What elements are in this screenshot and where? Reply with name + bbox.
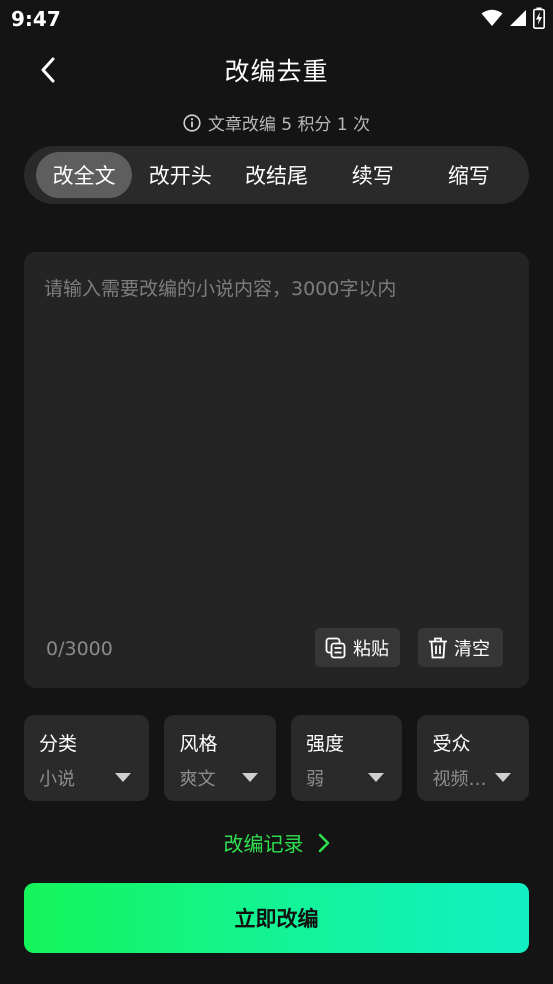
intensity-label: 强度 <box>305 733 344 755</box>
clear-button[interactable]: 清空 <box>418 628 503 667</box>
tab-condense[interactable]: 缩写 <box>421 152 517 198</box>
submit-rewrite-button[interactable]: 立即改编 <box>24 883 529 953</box>
style-value: 爽文 <box>179 769 216 790</box>
paste-button[interactable]: 粘贴 <box>315 628 400 667</box>
style-select[interactable]: 风格 爽文 <box>164 715 276 801</box>
page-title: 改编去重 <box>224 57 329 86</box>
cost-note: 文章改编 5 积分 1 次 <box>0 110 553 135</box>
audience-value: 视频… <box>432 769 487 790</box>
category-select[interactable]: 分类 小说 <box>24 715 150 801</box>
info-icon <box>183 113 201 132</box>
caret-down-icon <box>368 773 385 782</box>
status-bar: 9:47 <box>0 0 553 38</box>
editor-panel: 0/3000 粘贴 清空 <box>24 252 529 688</box>
tab-continue[interactable]: 续写 <box>325 152 421 198</box>
caret-down-icon <box>115 773 132 782</box>
cellular-signal-icon <box>510 10 526 26</box>
caret-down-icon <box>495 773 511 782</box>
history-label: 改编记录 <box>223 832 304 856</box>
history-link[interactable]: 改编记录 <box>0 828 553 857</box>
category-label: 分类 <box>39 733 78 755</box>
char-count: 0/3000 <box>46 638 113 660</box>
wifi-icon <box>481 9 503 26</box>
clear-label: 清空 <box>454 638 490 660</box>
caret-down-icon <box>241 773 258 782</box>
battery-charging-icon <box>533 7 545 29</box>
audience-label: 受众 <box>432 733 471 755</box>
intensity-value: 弱 <box>305 769 324 790</box>
tab-rewrite-full[interactable]: 改全文 <box>36 152 133 198</box>
header: 改编去重 <box>0 44 553 96</box>
status-icons <box>481 7 545 29</box>
tab-rewrite-opening[interactable]: 改开头 <box>132 152 228 198</box>
trash-icon <box>429 637 447 658</box>
novel-content-input[interactable] <box>44 274 509 614</box>
audience-select[interactable]: 受众 视频… <box>417 715 529 801</box>
paste-label: 粘贴 <box>353 638 389 660</box>
style-label: 风格 <box>179 733 218 755</box>
cost-note-text: 文章改编 5 积分 1 次 <box>207 115 371 135</box>
paste-icon <box>325 637 346 658</box>
option-selectors: 分类 小说 风格 爽文 强度 弱 受众 视频… <box>24 715 529 801</box>
status-time: 9:47 <box>11 7 61 31</box>
chevron-right-icon <box>318 833 329 852</box>
intensity-select[interactable]: 强度 弱 <box>290 715 403 801</box>
mode-tabs: 改全文 改开头 改结尾 续写 缩写 <box>24 146 529 204</box>
tab-rewrite-ending[interactable]: 改结尾 <box>228 152 324 198</box>
category-value: 小说 <box>39 769 75 790</box>
